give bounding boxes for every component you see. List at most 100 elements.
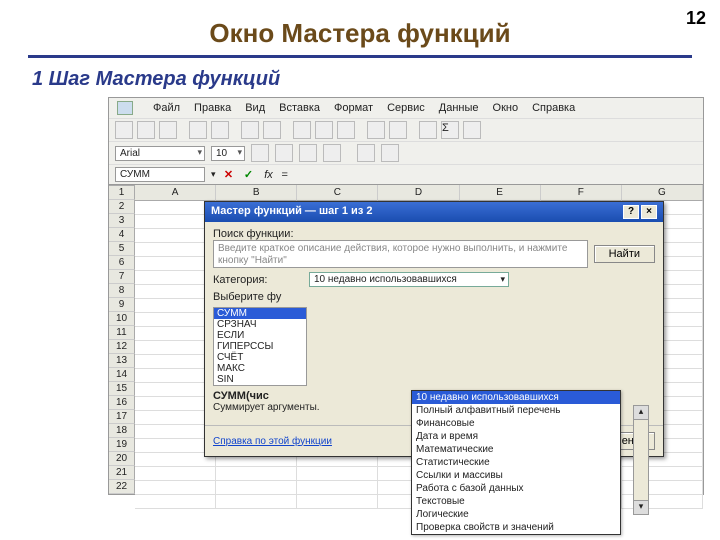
category-option[interactable]: Текстовые [412, 495, 620, 508]
category-option[interactable]: Ссылки и массивы [412, 469, 620, 482]
function-list-item[interactable]: ЕСЛИ [214, 330, 306, 341]
font-combo[interactable]: Arial [115, 146, 205, 161]
undo-icon[interactable] [367, 121, 385, 139]
col-header[interactable]: E [460, 185, 541, 201]
cell[interactable] [216, 481, 297, 495]
category-option[interactable]: 10 недавно использовавшихся [412, 391, 620, 404]
menu-view[interactable]: Вид [245, 101, 265, 115]
row-header[interactable]: 6 [109, 256, 135, 270]
menu-tools[interactable]: Сервис [387, 101, 425, 115]
enter-icon[interactable]: ✓ [242, 168, 256, 182]
row-header[interactable]: 11 [109, 326, 135, 340]
category-option[interactable]: Проверка свойств и значений [412, 521, 620, 534]
category-option[interactable]: Логические [412, 508, 620, 521]
cut-icon[interactable] [293, 121, 311, 139]
spell-icon[interactable] [241, 121, 259, 139]
row-header[interactable]: 5 [109, 242, 135, 256]
cell[interactable] [135, 467, 216, 481]
col-header[interactable]: A [135, 185, 216, 201]
row-header[interactable]: 1 [109, 186, 135, 200]
category-combo[interactable]: 10 недавно использовавшихся [309, 272, 509, 287]
formula-input[interactable]: = [282, 169, 288, 181]
function-list-item[interactable]: СУММ [214, 308, 306, 319]
cancel-icon[interactable]: ✕ [222, 168, 236, 182]
scrollbar[interactable]: ▴ ▾ [633, 405, 649, 515]
fontsize-combo[interactable]: 10 [211, 146, 245, 161]
row-header[interactable]: 21 [109, 466, 135, 480]
col-header[interactable]: F [541, 185, 622, 201]
row-header[interactable]: 15 [109, 382, 135, 396]
search-input[interactable]: Введите краткое описание действия, котор… [213, 240, 588, 268]
col-header[interactable]: C [297, 185, 378, 201]
open-icon[interactable] [137, 121, 155, 139]
menu-edit[interactable]: Правка [194, 101, 231, 115]
print-icon[interactable] [189, 121, 207, 139]
cell[interactable] [297, 467, 378, 481]
menu-window[interactable]: Окно [493, 101, 519, 115]
dialog-close-button[interactable]: × [641, 205, 657, 219]
row-header[interactable]: 2 [109, 200, 135, 214]
fx-icon[interactable]: fx [262, 168, 276, 182]
menu-insert[interactable]: Вставка [279, 101, 320, 115]
row-header[interactable]: 13 [109, 354, 135, 368]
function-list-item[interactable]: ГИПЕРССЫ [214, 341, 306, 352]
category-option[interactable]: Статистические [412, 456, 620, 469]
function-list-item[interactable]: SIN [214, 374, 306, 385]
row-header[interactable]: 16 [109, 396, 135, 410]
row-header[interactable]: 4 [109, 228, 135, 242]
cell[interactable] [216, 467, 297, 481]
save-icon[interactable] [159, 121, 177, 139]
row-header[interactable]: 20 [109, 452, 135, 466]
fill-icon[interactable] [381, 144, 399, 162]
paste-icon[interactable] [337, 121, 355, 139]
research-icon[interactable] [263, 121, 281, 139]
dropdown-icon[interactable]: ▾ [211, 169, 216, 180]
row-header[interactable]: 18 [109, 424, 135, 438]
copy-icon[interactable] [315, 121, 333, 139]
dialog-help-button[interactable]: ? [623, 205, 639, 219]
new-icon[interactable] [115, 121, 133, 139]
function-list-item[interactable]: СРЗНАЧ [214, 319, 306, 330]
scroll-up-icon[interactable]: ▴ [634, 406, 648, 420]
function-list[interactable]: СУММСРЗНАЧЕСЛИГИПЕРССЫСЧЁТМАКСSIN [213, 307, 307, 386]
row-header[interactable]: 14 [109, 368, 135, 382]
col-header[interactable]: D [378, 185, 459, 201]
scroll-down-icon[interactable]: ▾ [634, 500, 648, 514]
find-button[interactable]: Найти [594, 245, 655, 263]
row-header[interactable]: 10 [109, 312, 135, 326]
menu-file[interactable]: Файл [153, 101, 180, 115]
col-header[interactable]: B [216, 185, 297, 201]
menu-data[interactable]: Данные [439, 101, 479, 115]
row-header[interactable]: 19 [109, 438, 135, 452]
function-list-item[interactable]: СЧЁТ [214, 352, 306, 363]
cell[interactable] [297, 495, 378, 509]
row-header[interactable]: 9 [109, 298, 135, 312]
row-header[interactable]: 12 [109, 340, 135, 354]
cell[interactable] [135, 495, 216, 509]
category-option[interactable]: Работа с базой данных [412, 482, 620, 495]
cell[interactable] [216, 495, 297, 509]
merge-icon[interactable] [323, 144, 341, 162]
sort-icon[interactable] [463, 121, 481, 139]
row-header[interactable]: 22 [109, 480, 135, 494]
cell[interactable] [135, 481, 216, 495]
col-header[interactable]: G [622, 185, 703, 201]
link-icon[interactable] [419, 121, 437, 139]
row-header[interactable]: 8 [109, 284, 135, 298]
category-option[interactable]: Математические [412, 443, 620, 456]
row-header[interactable]: 17 [109, 410, 135, 424]
cell[interactable] [297, 481, 378, 495]
menu-format[interactable]: Формат [334, 101, 373, 115]
row-header[interactable]: 7 [109, 270, 135, 284]
borders-icon[interactable] [357, 144, 375, 162]
row-header[interactable]: 3 [109, 214, 135, 228]
redo-icon[interactable] [389, 121, 407, 139]
preview-icon[interactable] [211, 121, 229, 139]
name-box[interactable]: СУММ [115, 167, 205, 182]
function-list-item[interactable]: МАКС [214, 363, 306, 374]
align-left-icon[interactable] [251, 144, 269, 162]
align-center-icon[interactable] [275, 144, 293, 162]
category-option[interactable]: Полный алфавитный перечень [412, 404, 620, 417]
align-right-icon[interactable] [299, 144, 317, 162]
category-option[interactable]: Финансовые [412, 417, 620, 430]
